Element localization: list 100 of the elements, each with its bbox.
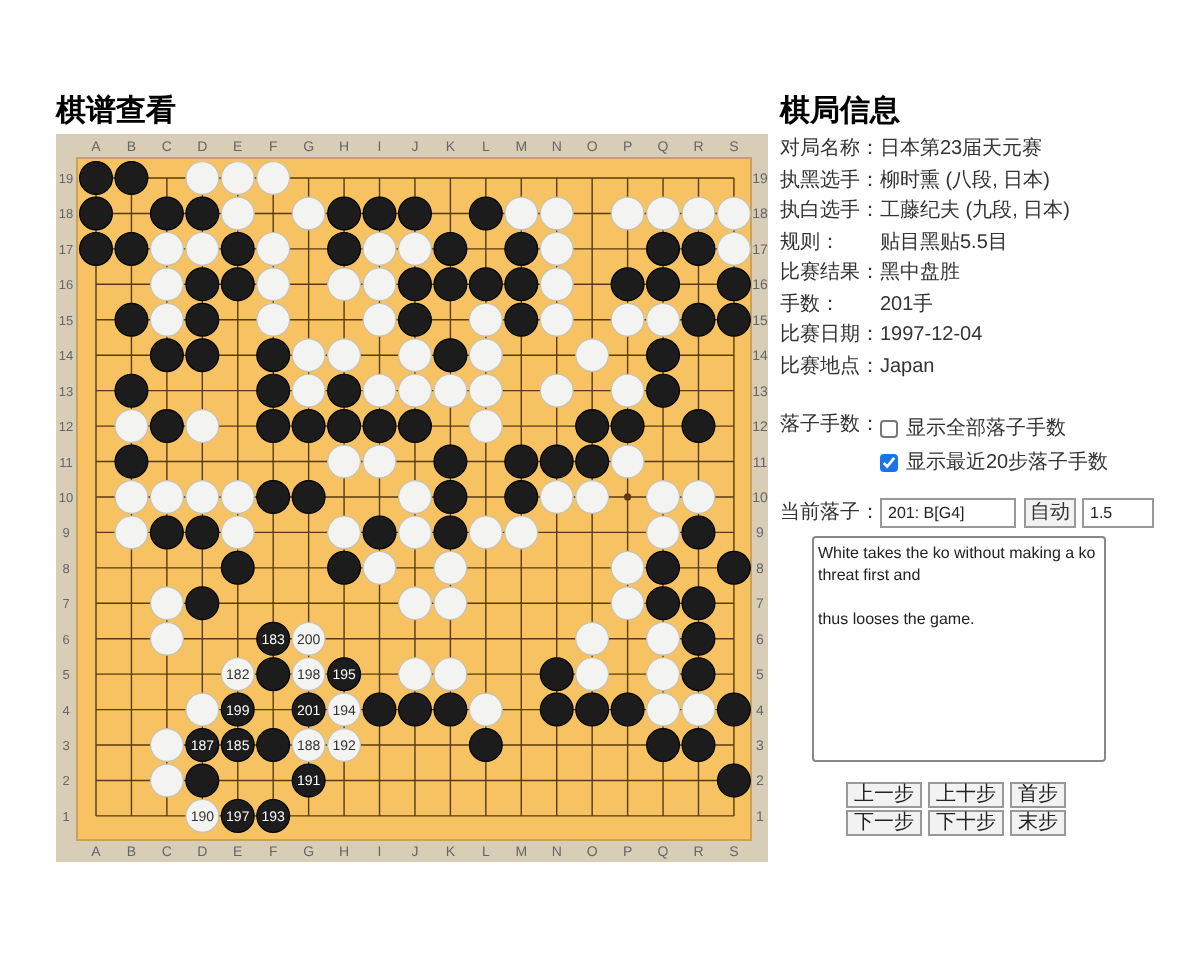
go-stone	[149, 267, 184, 302]
go-stone	[185, 302, 220, 337]
go-stone	[539, 373, 574, 408]
info-label: 对局名称：	[780, 135, 880, 165]
go-stone	[610, 196, 645, 231]
go-stone	[185, 763, 220, 798]
go-stone	[79, 196, 113, 231]
go-stone	[397, 373, 432, 408]
info-label: 执白选手：	[780, 197, 880, 227]
go-stone	[220, 550, 255, 585]
go-stone	[539, 302, 574, 337]
nav-button[interactable]: 下一步	[846, 810, 922, 836]
go-stone	[114, 231, 149, 266]
go-stone	[327, 196, 362, 231]
go-stone	[149, 586, 184, 621]
nav-button[interactable]: 上一步	[846, 782, 922, 808]
go-stone	[220, 267, 255, 302]
go-stone	[468, 338, 503, 373]
go-stone	[397, 338, 432, 373]
nav-button[interactable]: 上十步	[928, 782, 1004, 808]
go-stone	[291, 479, 326, 514]
go-stone	[610, 302, 645, 337]
go-stone	[362, 692, 397, 727]
go-stone	[149, 621, 184, 656]
go-stone	[114, 409, 149, 444]
go-stone	[716, 550, 751, 585]
current-move-field[interactable]: 201: B[G4]	[880, 498, 1016, 528]
go-stone	[646, 196, 681, 231]
go-stone	[716, 267, 751, 302]
checkbox-label: 显示最近20步落子手数	[906, 449, 1109, 478]
go-stone	[504, 267, 539, 302]
go-stone	[397, 586, 432, 621]
go-stone	[539, 657, 574, 692]
go-stone	[646, 479, 681, 514]
go-stone	[504, 479, 539, 514]
go-stone	[433, 444, 468, 479]
go-stone	[681, 586, 716, 621]
info-value: 黑中盘胜	[880, 259, 960, 289]
checkbox[interactable]	[880, 420, 898, 438]
nav-button[interactable]: 末步	[1010, 810, 1066, 836]
go-stone	[220, 479, 255, 514]
info-label: 比赛结果：	[780, 259, 880, 289]
go-stone	[185, 338, 220, 373]
go-stone	[433, 657, 468, 692]
go-stone	[716, 231, 751, 266]
go-stone	[397, 692, 432, 727]
nav-button[interactable]: 下十步	[928, 810, 1004, 836]
go-stone	[433, 692, 468, 727]
go-stone	[256, 409, 291, 444]
info-value: 201手	[880, 291, 934, 320]
go-stone	[256, 161, 291, 195]
go-stone	[362, 373, 397, 408]
auto-play-button[interactable]: 自动	[1024, 498, 1076, 528]
checkbox[interactable]	[880, 454, 898, 472]
go-stone	[575, 444, 610, 479]
go-stone	[149, 302, 184, 337]
go-stone	[114, 373, 149, 408]
star-point	[624, 493, 632, 501]
go-stone	[468, 267, 503, 302]
go-stone	[681, 515, 716, 550]
go-stone	[327, 515, 362, 550]
go-stone	[716, 763, 751, 798]
interval-field[interactable]: 1.5	[1082, 498, 1154, 528]
go-stone	[504, 302, 539, 337]
go-stone	[362, 515, 397, 550]
go-stone	[646, 657, 681, 692]
go-stone	[646, 692, 681, 727]
go-stone	[256, 373, 291, 408]
go-stone	[468, 196, 503, 231]
go-stone	[291, 338, 326, 373]
go-stone	[362, 231, 397, 266]
go-stone	[327, 267, 362, 302]
info-value: 柳时熏 (八段, 日本)	[880, 167, 1050, 196]
go-stone	[327, 231, 362, 266]
go-stone	[468, 728, 503, 763]
go-stone	[149, 763, 184, 798]
go-stone	[433, 550, 468, 585]
go-stone	[362, 444, 397, 479]
go-stone	[433, 586, 468, 621]
viewer-title: 棋谱查看	[56, 92, 178, 132]
info-label: 比赛日期：	[780, 321, 880, 351]
go-stone	[610, 267, 645, 302]
nav-button[interactable]: 首步	[1010, 782, 1066, 808]
go-stone	[327, 444, 362, 479]
go-stone	[114, 444, 149, 479]
current-move-label: 当前落子：	[780, 499, 880, 528]
go-stone	[575, 621, 610, 656]
go-stone	[114, 479, 149, 514]
comment-box[interactable]: White takes the ko without making a ko threat first and thus looses the game.	[812, 536, 1106, 762]
go-stone	[185, 231, 220, 266]
go-stone	[220, 231, 255, 266]
checkbox-label: 显示全部落子手数	[906, 415, 1066, 444]
go-stone	[539, 692, 574, 727]
info-label: 比赛地点：	[780, 353, 880, 382]
go-stone	[114, 161, 149, 195]
go-stone	[185, 515, 220, 550]
go-stone	[291, 409, 326, 444]
go-stone	[646, 373, 681, 408]
go-stone	[256, 657, 291, 692]
go-stone	[149, 479, 184, 514]
